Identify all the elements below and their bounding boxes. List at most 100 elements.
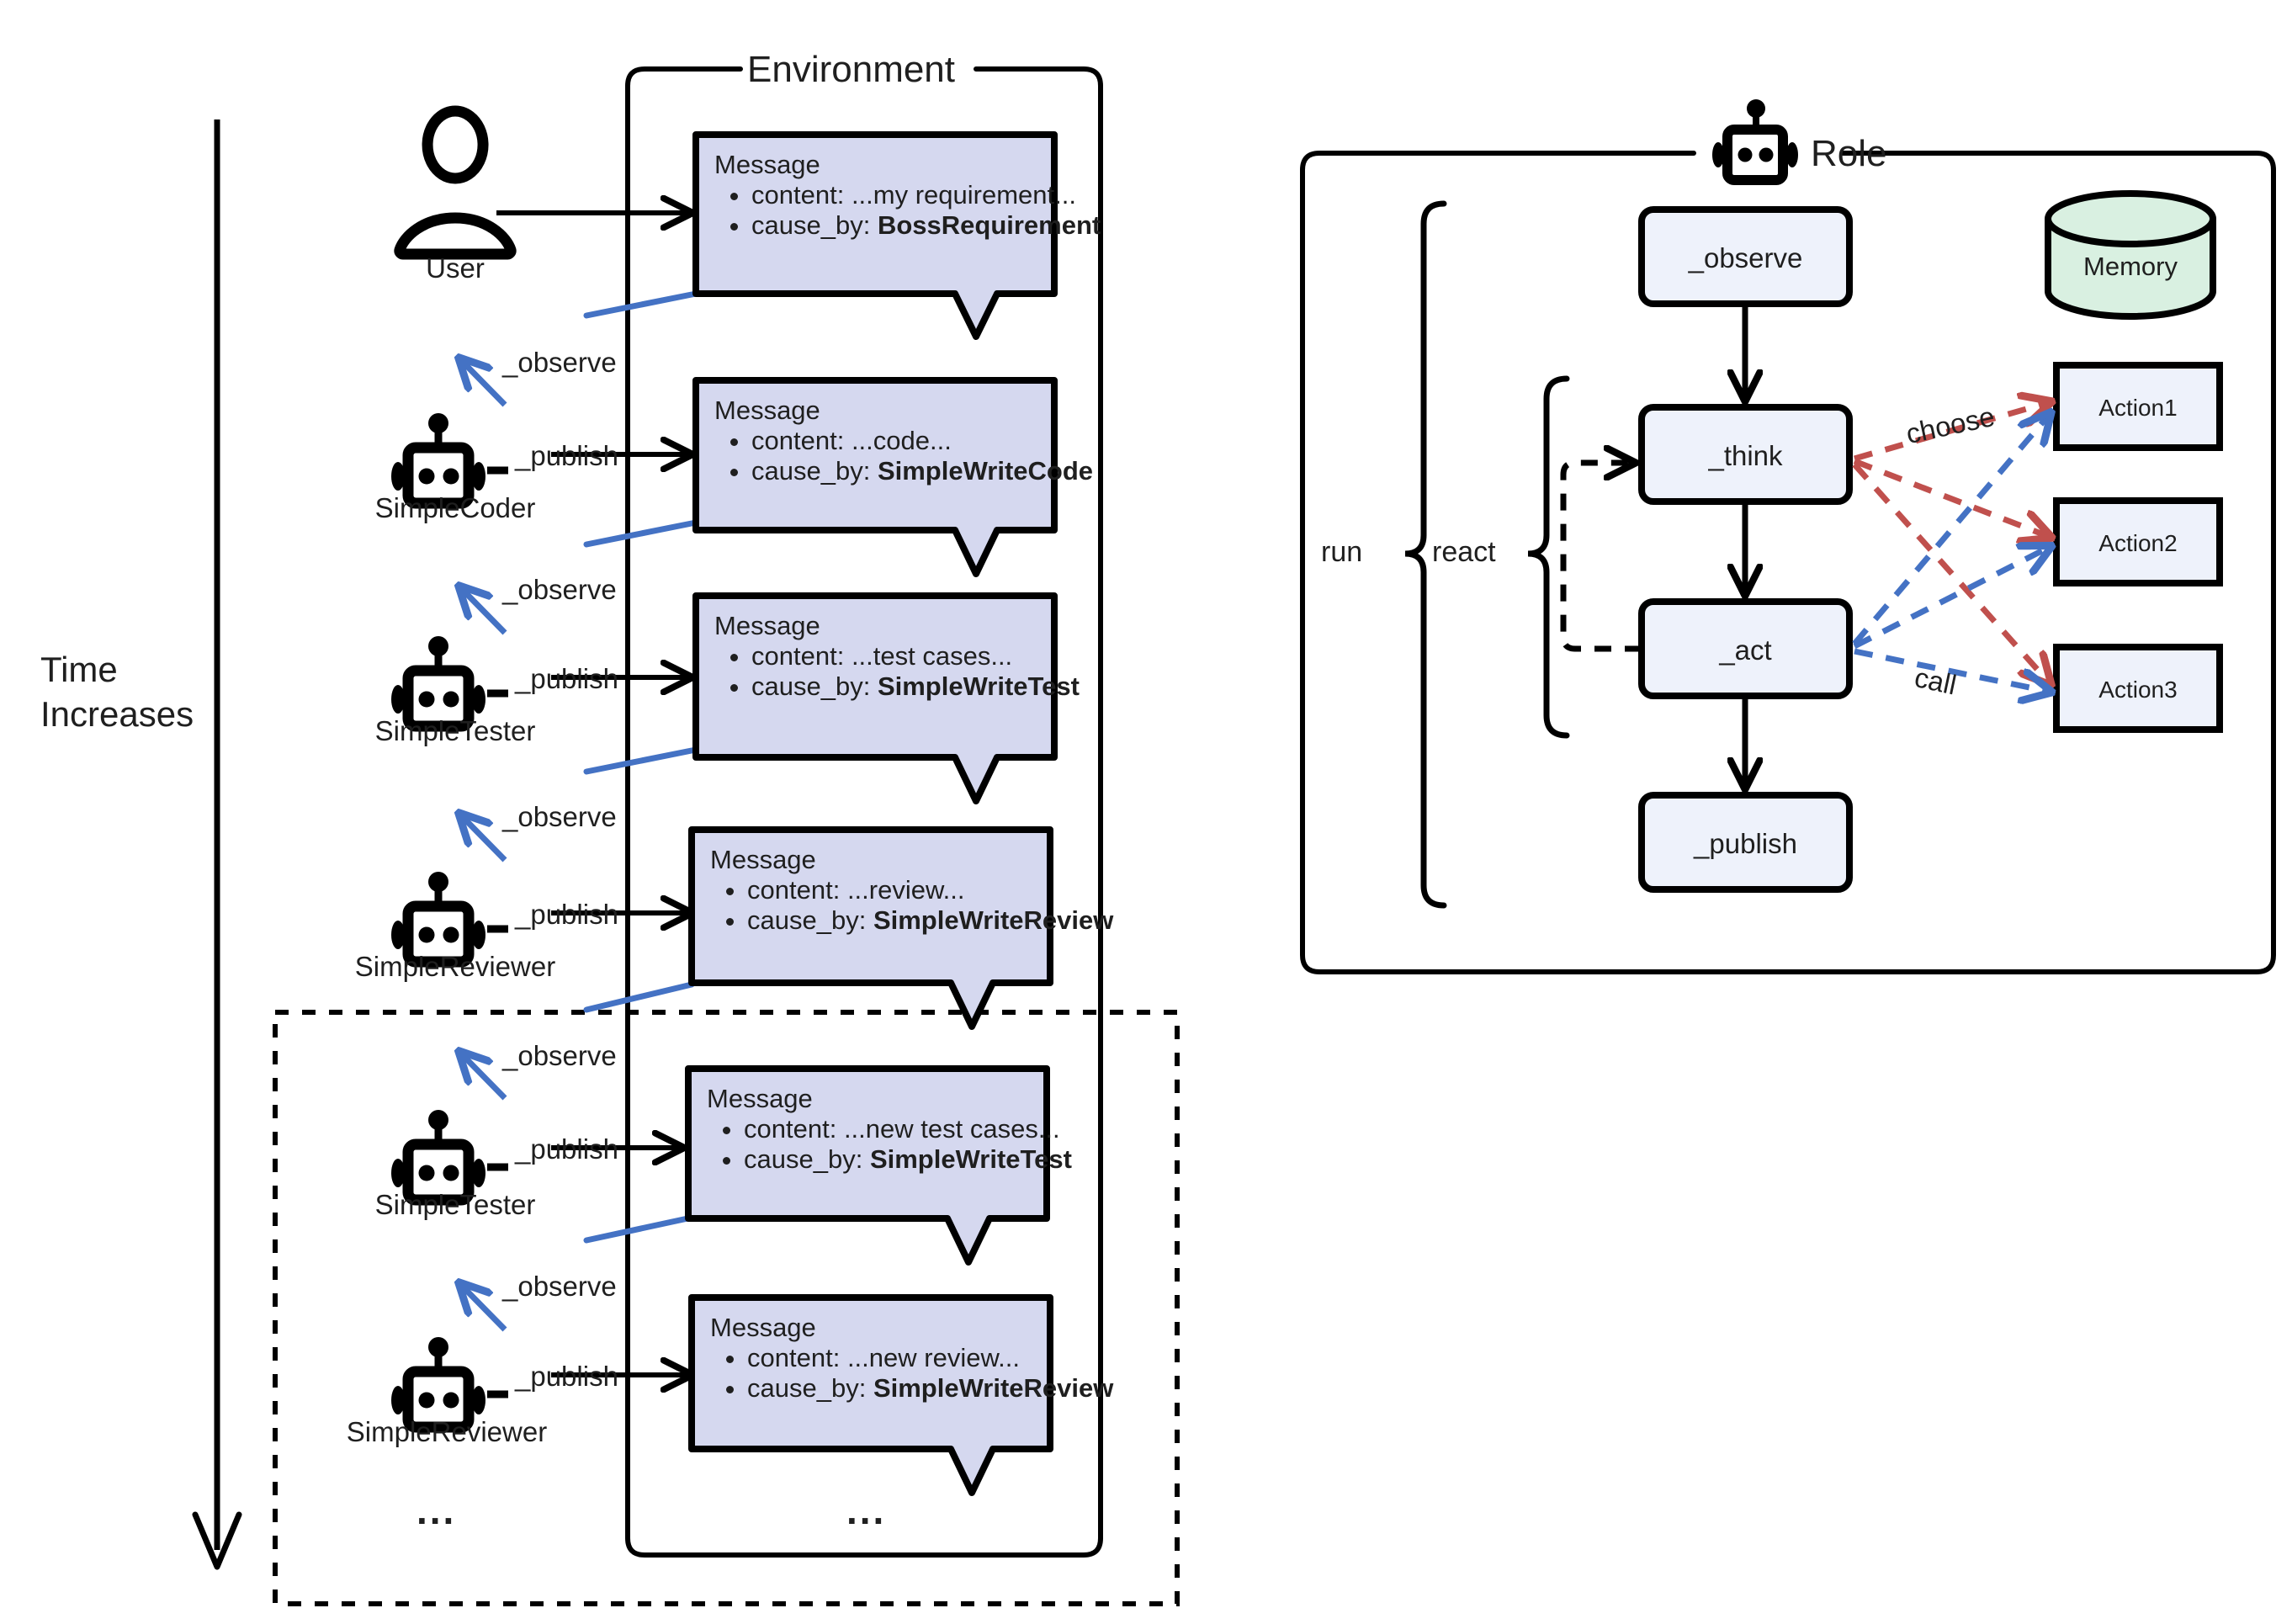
message-content-value: ...new test cases...	[843, 1114, 1060, 1144]
publish-label-4: _publish	[515, 1133, 618, 1165]
observe-label-4: _observe	[502, 1040, 617, 1071]
observe-label-3: _observe	[502, 801, 617, 832]
action-label-3: Action3	[2098, 677, 2178, 703]
publish-label-3: _publish	[515, 899, 618, 930]
message-cause-item: cause_by: SimpleWriteCode	[751, 456, 1093, 486]
run-brace-label: run	[1321, 536, 1363, 568]
message-content-value: ...test cases...	[851, 641, 1013, 671]
message-cause-item: cause_by: SimpleWriteReview	[747, 1373, 1113, 1404]
message-cause-item: cause_by: SimpleWriteReview	[747, 905, 1113, 936]
message-bubble: Message content: ...code... cause_by: Si…	[696, 380, 1093, 530]
message-content-item: content: ...new review...	[747, 1343, 1043, 1373]
robot-icon	[1712, 99, 1798, 185]
node-label-act: _act	[1719, 634, 1772, 666]
message-content-label: content:	[747, 875, 841, 905]
diagram-canvas	[192, 66, 2276, 1606]
message-cause-label: cause_by:	[747, 1373, 867, 1403]
observe-label-5: _observe	[502, 1271, 617, 1302]
publish-label-1: _publish	[515, 440, 618, 471]
time-axis-label-line2: Increases	[40, 693, 194, 734]
message-column-ellipsis: ...	[846, 1489, 887, 1532]
actor-label-simplereviewer-2: SimpleReviewer	[346, 1416, 548, 1447]
message-title: Message	[710, 845, 816, 874]
actor-column-ellipsis: ...	[416, 1489, 457, 1532]
message-content-item: content: ...my requirement...	[751, 180, 1076, 210]
message-title: Message	[714, 395, 820, 425]
observe-link-line	[583, 1214, 695, 1244]
actor-label-user: User	[426, 252, 485, 284]
message-cause-value: BossRequirement	[877, 210, 1101, 240]
action-label-2: Action2	[2098, 530, 2178, 556]
message-title: Message	[714, 150, 820, 179]
observe-link-line	[583, 746, 703, 775]
user-icon	[394, 105, 517, 260]
actor-label-simplereviewer: SimpleReviewer	[354, 951, 556, 982]
message-cause-item: cause_by: SimpleWriteTest	[751, 671, 1080, 702]
message-title: Message	[714, 611, 820, 640]
observe-link-line	[583, 518, 703, 548]
message-title: Message	[707, 1084, 813, 1113]
memory-label: Memory	[2083, 252, 2178, 281]
message-bubble: Message content: ...test cases... cause_…	[696, 596, 1080, 757]
message-content-item: content: ...review...	[747, 875, 1043, 905]
node-label-publish: _publish	[1694, 828, 1797, 859]
message-cause-item: cause_by: SimpleWriteTest	[744, 1144, 1072, 1175]
robot-icon	[391, 1337, 508, 1433]
message-content-label: content:	[751, 426, 845, 455]
environment-title: Environment	[747, 49, 956, 90]
node-label-think: _think	[1708, 440, 1783, 471]
robot-icon	[391, 413, 508, 509]
message-cause-value: SimpleWriteReview	[873, 1373, 1114, 1403]
node-label-observe: _observe	[1688, 242, 1803, 273]
message-bubble: Message content: ...new review... cause_…	[692, 1298, 1113, 1449]
message-title: Message	[710, 1313, 816, 1342]
time-axis-label: Time Increases	[40, 648, 194, 736]
message-content-label: content:	[747, 1343, 841, 1372]
message-content-value: ...code...	[851, 426, 952, 455]
message-bubble: Message content: ...my requirement... ca…	[696, 135, 1101, 294]
loop-act-to-think	[1560, 463, 1642, 652]
react-brace-label: react	[1432, 536, 1496, 568]
observe-link-line	[583, 981, 695, 1013]
message-content-item: content: ...new test cases...	[744, 1114, 1060, 1144]
observe-arrow	[460, 1053, 507, 1101]
publish-label-2: _publish	[515, 663, 618, 694]
message-cause-label: cause_by:	[751, 671, 871, 701]
message-cause-label: cause_by:	[751, 456, 871, 486]
time-axis-arrow	[192, 119, 242, 1570]
call-edge-action1	[1852, 414, 2050, 646]
action-label-1: Action1	[2098, 395, 2178, 421]
message-cause-label: cause_by:	[751, 210, 871, 240]
observe-arrow	[460, 815, 507, 862]
message-content-label: content:	[751, 180, 845, 210]
message-content-value: ...review...	[846, 875, 965, 905]
call-edge-action2	[1853, 547, 2050, 650]
message-cause-value: SimpleWriteCode	[877, 456, 1094, 486]
message-cause-value: SimpleWriteTest	[877, 671, 1080, 701]
message-cause-label: cause_by:	[744, 1144, 863, 1174]
message-content-label: content:	[751, 641, 845, 671]
message-bubble: Message content: ...new test cases... ca…	[688, 1069, 1072, 1218]
role-title: Role	[1811, 133, 1887, 174]
message-cause-item: cause_by: BossRequirement	[751, 210, 1101, 241]
publish-label-5: _publish	[515, 1361, 618, 1392]
message-bubble: Message content: ...review... cause_by: …	[692, 830, 1113, 983]
actor-label-simpletester: SimpleTester	[374, 715, 536, 746]
observe-arrow	[460, 587, 507, 635]
message-content-value: ...new review...	[846, 1343, 1020, 1372]
actor-label-simplecoder: SimpleCoder	[374, 492, 536, 523]
message-content-value: ...my requirement...	[851, 180, 1076, 210]
message-content-label: content:	[744, 1114, 837, 1144]
observe-label-1: _observe	[502, 347, 617, 378]
message-cause-label: cause_by:	[747, 905, 867, 935]
observe-arrow	[460, 359, 507, 407]
robot-icon	[391, 1110, 508, 1206]
observe-label-2: _observe	[502, 574, 617, 605]
robot-icon	[391, 872, 508, 968]
time-axis-label-line1: Time	[40, 650, 118, 689]
message-content-item: content: ...code...	[751, 426, 1048, 456]
robot-icon	[391, 636, 508, 732]
actor-label-simpletester-2: SimpleTester	[374, 1189, 536, 1220]
observe-arrow	[460, 1284, 507, 1332]
message-cause-value: SimpleWriteTest	[869, 1144, 1072, 1174]
